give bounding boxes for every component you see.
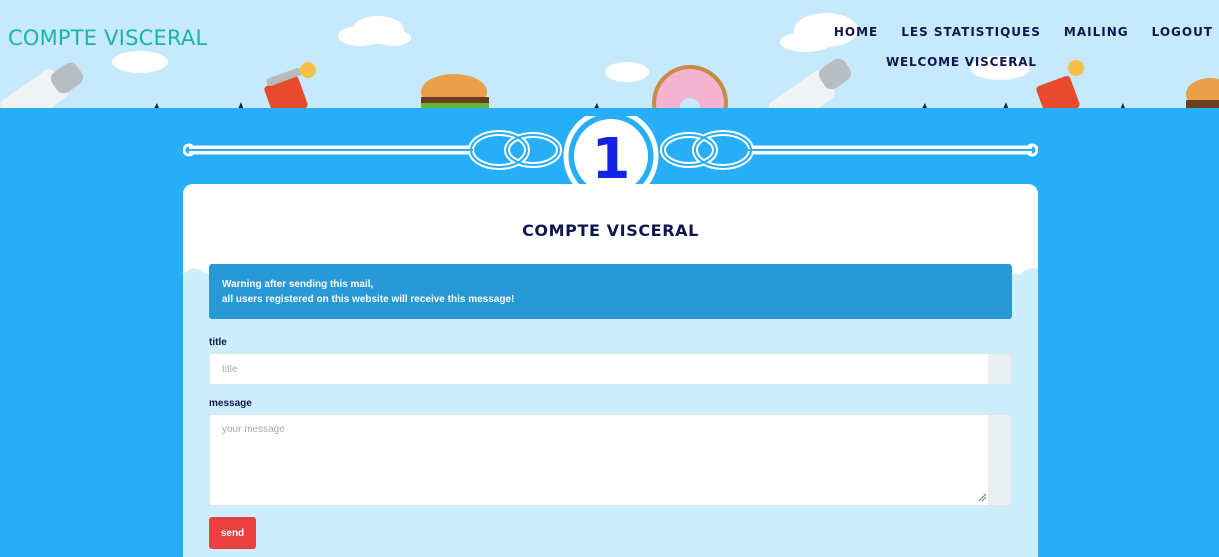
alert-line-1: Warning after sending this mail, <box>222 279 374 290</box>
step-number: 1 <box>592 127 631 188</box>
title-input-addon <box>988 353 1012 385</box>
message-label: message <box>209 398 252 409</box>
nav-logout[interactable]: LOGOUT <box>1152 25 1213 39</box>
alert-line-2: all users registered on this website wil… <box>222 294 515 305</box>
nav-mailing[interactable]: MAILING <box>1064 25 1129 39</box>
rope-knot-divider: 1 <box>183 116 1038 188</box>
salt-shaker-icon-2 <box>768 58 852 116</box>
message-textarea[interactable] <box>209 414 988 506</box>
card-title: COMPTE VISCERAL <box>522 221 699 240</box>
resize-handle-icon[interactable] <box>978 493 987 502</box>
header-background: COMPTE VISCERAL HOME LES STATISTIQUES MA… <box>0 0 1219 116</box>
nav-statistics[interactable]: LES STATISTIQUES <box>901 25 1041 39</box>
main-nav: HOME LES STATISTIQUES MAILING LOGOUT <box>811 25 1213 39</box>
message-textarea-addon <box>988 414 1012 506</box>
title-input[interactable] <box>209 353 988 385</box>
mailing-card: COMPTE VISCERAL Warning after sending th… <box>183 184 1038 557</box>
burger-icon-2 <box>1186 78 1219 110</box>
brand-logo[interactable]: COMPTE VISCERAL <box>8 26 207 50</box>
warning-alert: Warning after sending this mail, all use… <box>209 264 1012 319</box>
nav-home[interactable]: HOME <box>834 25 878 39</box>
title-label: title <box>209 337 227 348</box>
send-button[interactable]: send <box>209 517 256 549</box>
welcome-message: WELCOME VISCERAL <box>886 55 1037 69</box>
